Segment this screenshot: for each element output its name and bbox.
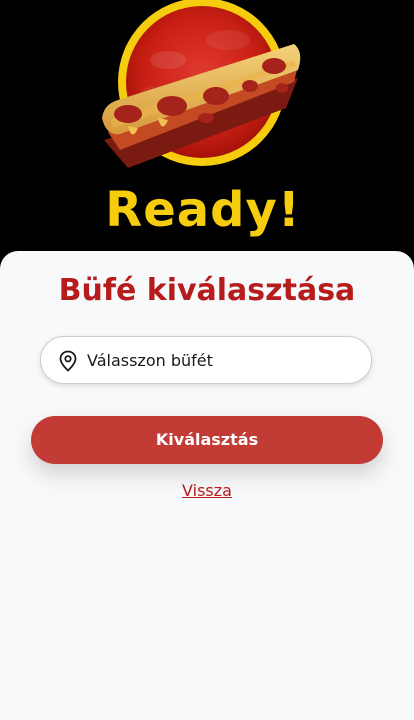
select-buffet-screen: Ready! Büfé kiválasztása Válasszon büfét… [0,0,414,720]
brand-wordmark: Ready! [105,182,301,238]
pizza-slice-logo-icon [102,0,301,168]
select-button[interactable]: Kiválasztás [31,416,383,464]
back-link[interactable]: Vissza [0,480,414,502]
location-pin-icon [59,350,77,372]
ready-logo: Ready! [98,0,308,248]
selection-card: Büfé kiválasztása Válasszon büfét Kivála… [0,251,414,720]
buffet-select-placeholder: Válasszon büfét [87,351,213,370]
page-title: Büfé kiválasztása [58,273,356,308]
buffet-select-field[interactable]: Válasszon büfét [40,336,372,384]
